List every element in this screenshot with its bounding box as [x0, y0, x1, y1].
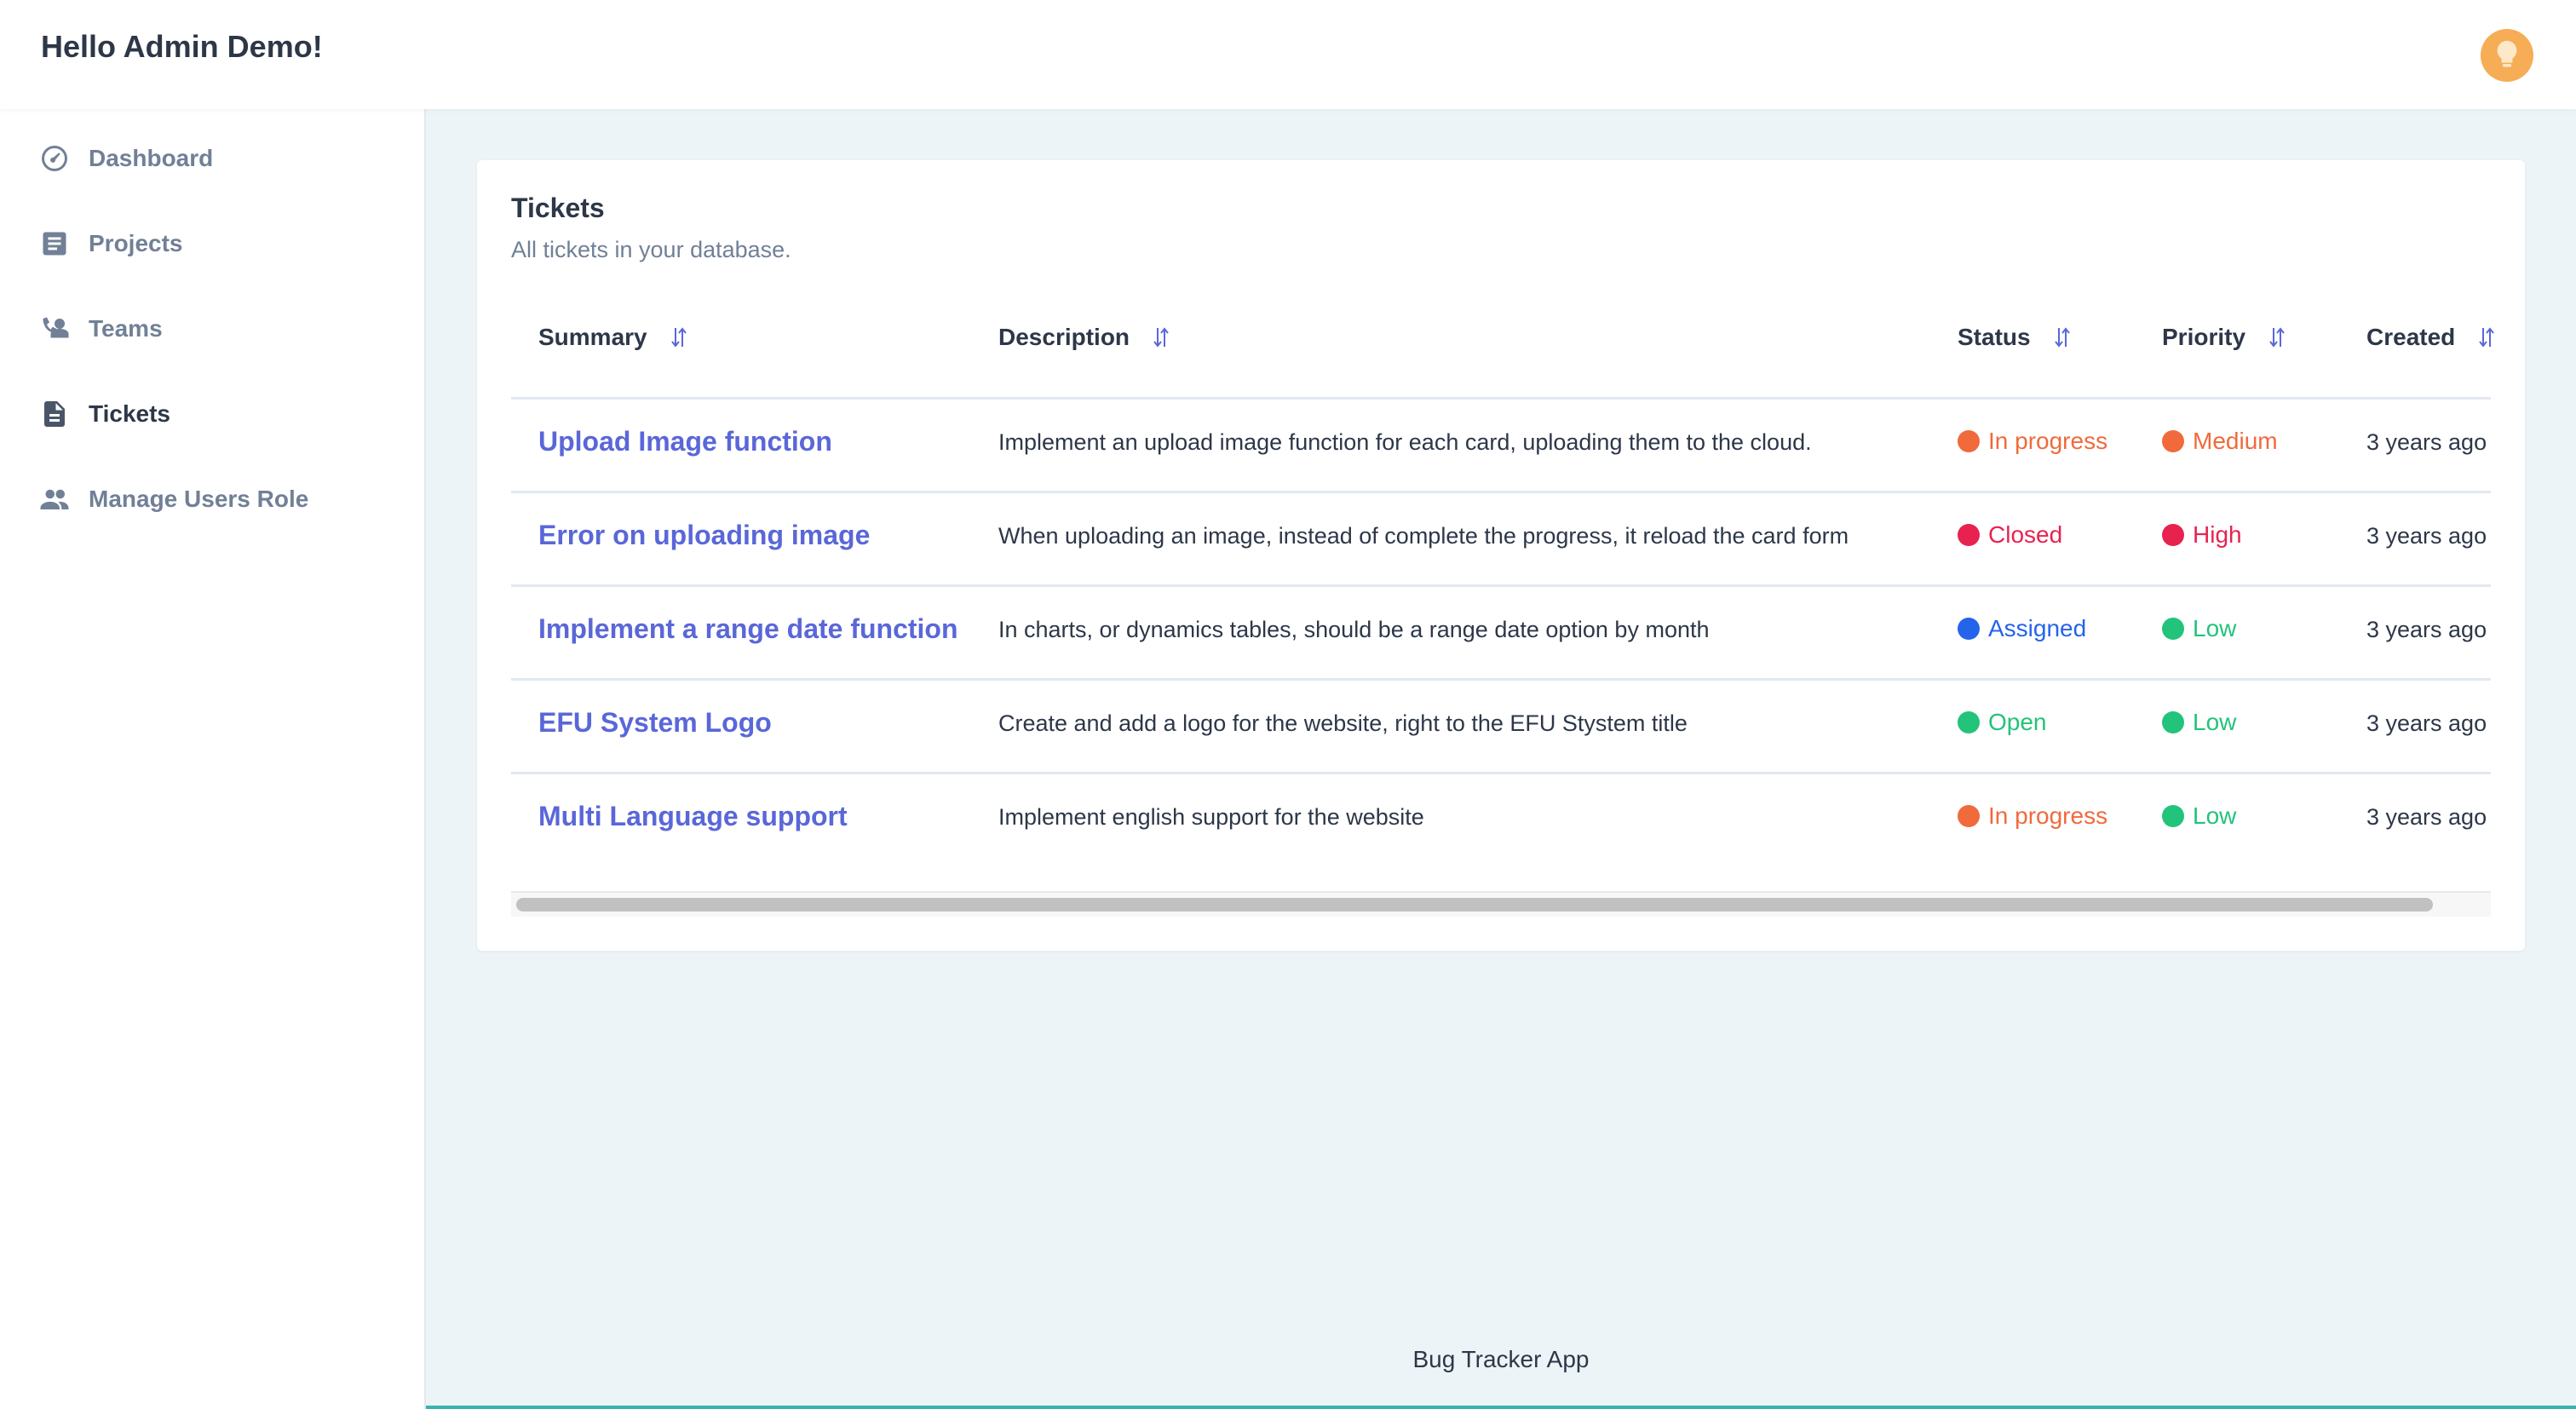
- ticket-created: 3 years ago: [2366, 617, 2487, 642]
- table-divider: [511, 491, 2491, 493]
- sort-icon[interactable]: [2477, 325, 2496, 350]
- priority-dot-icon: [2162, 805, 2184, 827]
- table-divider: [511, 397, 2491, 400]
- avatar[interactable]: [2481, 29, 2533, 82]
- status-badge: Open: [1958, 709, 2047, 736]
- card-subtitle: All tickets in your database.: [511, 237, 791, 262]
- speedometer-icon: [39, 143, 70, 174]
- status-dot-icon: [1958, 430, 1980, 452]
- tickets-card: Tickets All tickets in your database. Su…: [477, 160, 2525, 951]
- footer-accent-line: [426, 1406, 2576, 1409]
- status-dot-icon: [1958, 805, 1980, 827]
- ticket-summary-link[interactable]: Implement a range date function: [538, 613, 958, 645]
- ticket-description: When uploading an image, instead of comp…: [998, 523, 1849, 549]
- ticket-description: Implement english support for the websit…: [998, 804, 1424, 830]
- scrollbar-thumb[interactable]: [516, 898, 2433, 912]
- priority-dot-icon: [2162, 618, 2184, 640]
- ticket-description: Create and add a logo for the website, r…: [998, 710, 1688, 736]
- greeting-title: Hello Admin Demo!: [41, 29, 323, 64]
- status-label: Open: [1988, 709, 2047, 735]
- sidebar-item-label: Dashboard: [89, 145, 214, 171]
- file-icon: [39, 399, 70, 429]
- table-divider: [511, 584, 2491, 587]
- priority-label: Medium: [2193, 428, 2278, 454]
- priority-dot-icon: [2162, 524, 2184, 546]
- priority-dot-icon: [2162, 711, 2184, 733]
- ticket-summary-link[interactable]: EFU System Logo: [538, 707, 772, 739]
- column-header-created[interactable]: Created: [2366, 324, 2496, 351]
- priority-badge: Low: [2162, 615, 2236, 642]
- phone-person-icon: [39, 313, 70, 344]
- ticket-created: 3 years ago: [2366, 710, 2487, 736]
- priority-label: Low: [2193, 615, 2237, 641]
- priority-badge: Low: [2162, 709, 2236, 736]
- column-header-priority[interactable]: Priority: [2162, 324, 2286, 351]
- sort-icon[interactable]: [670, 325, 688, 350]
- ticket-summary-link[interactable]: Upload Image function: [538, 426, 832, 457]
- sidebar-item-dashboard[interactable]: Dashboard: [39, 133, 213, 184]
- sort-icon[interactable]: [2053, 325, 2072, 350]
- column-header-label: Status: [1958, 324, 2031, 350]
- sidebar-item-teams[interactable]: Teams: [39, 303, 163, 354]
- column-header-label: Summary: [538, 324, 647, 350]
- status-dot-icon: [1958, 618, 1980, 640]
- sidebar-item-tickets[interactable]: Tickets: [39, 388, 170, 440]
- sort-icon[interactable]: [1152, 325, 1170, 350]
- ticket-created: 3 years ago: [2366, 523, 2487, 549]
- priority-label: Low: [2193, 709, 2237, 735]
- sidebar-item-label: Tickets: [89, 400, 170, 427]
- document-list-icon: [39, 228, 70, 259]
- sidebar-item-label: Manage Users Role: [89, 486, 309, 512]
- priority-label: High: [2193, 521, 2242, 548]
- card-title: Tickets: [511, 193, 605, 223]
- sidebar-item-projects[interactable]: Projects: [39, 218, 183, 269]
- ticket-created: 3 years ago: [2366, 804, 2487, 830]
- column-header-label: Description: [998, 324, 1130, 350]
- priority-label: Low: [2193, 802, 2237, 829]
- column-header-label: Priority: [2162, 324, 2246, 350]
- sidebar-item-label: Teams: [89, 315, 163, 342]
- column-header-description[interactable]: Description: [998, 324, 1170, 351]
- status-label: Closed: [1988, 521, 2063, 548]
- column-header-status[interactable]: Status: [1958, 324, 2072, 351]
- priority-badge: High: [2162, 521, 2242, 549]
- status-label: In progress: [1988, 428, 2108, 454]
- top-header: Hello Admin Demo!: [0, 0, 2576, 109]
- status-dot-icon: [1958, 711, 1980, 733]
- column-header-label: Created: [2366, 324, 2456, 350]
- status-badge: Closed: [1958, 521, 2062, 549]
- status-badge: Assigned: [1958, 615, 2086, 642]
- status-badge: In progress: [1958, 428, 2107, 455]
- status-dot-icon: [1958, 524, 1980, 546]
- sidebar: Dashboard Projects Teams Tickets Manage …: [0, 109, 426, 1409]
- ticket-summary-link[interactable]: Error on uploading image: [538, 520, 870, 551]
- priority-dot-icon: [2162, 430, 2184, 452]
- footer-text: Bug Tracker App: [1412, 1346, 1590, 1372]
- sidebar-item-manage-users-role[interactable]: Manage Users Role: [39, 474, 308, 525]
- sidebar-item-label: Projects: [89, 230, 183, 256]
- priority-badge: Medium: [2162, 428, 2278, 455]
- ticket-created: 3 years ago: [2366, 429, 2487, 455]
- ticket-description: In charts, or dynamics tables, should be…: [998, 617, 1710, 642]
- ticket-description: Implement an upload image function for e…: [998, 429, 1812, 455]
- horizontal-scrollbar[interactable]: [511, 891, 2491, 917]
- status-label: In progress: [1988, 802, 2108, 829]
- sort-icon[interactable]: [2268, 325, 2286, 350]
- ticket-summary-link[interactable]: Multi Language support: [538, 801, 848, 832]
- status-label: Assigned: [1988, 615, 2087, 641]
- status-badge: In progress: [1958, 802, 2107, 830]
- column-header-summary[interactable]: Summary: [538, 324, 688, 351]
- users-icon: [39, 484, 70, 515]
- table-divider: [511, 772, 2491, 774]
- table-divider: [511, 678, 2491, 681]
- priority-badge: Low: [2162, 802, 2236, 830]
- lightbulb-icon: [2497, 40, 2517, 67]
